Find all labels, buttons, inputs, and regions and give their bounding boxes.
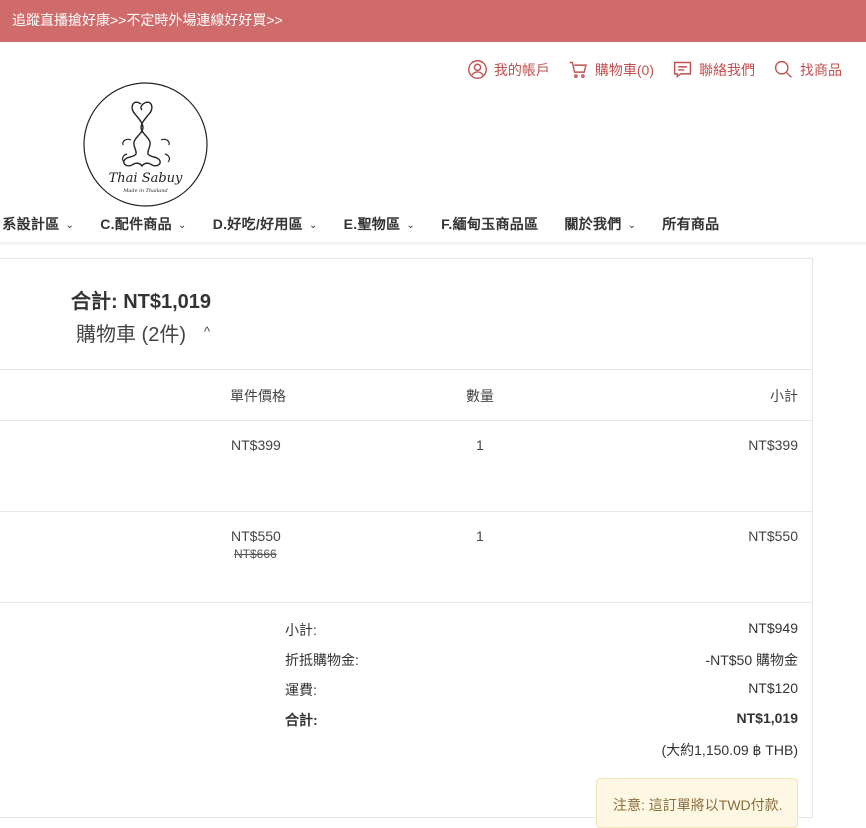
total-label: 合計: [285, 712, 318, 728]
column-header-subtotal: 小計 [770, 388, 798, 404]
row-1-subtotal: NT$399 [748, 437, 798, 453]
cart-link-label: 購物車(0) [594, 61, 654, 78]
contact-link[interactable]: 聯絡我們 [672, 59, 755, 80]
svg-text:Made in Thailand: Made in Thailand [122, 188, 167, 194]
column-header-quantity: 數量 [466, 388, 494, 404]
divider [0, 369, 813, 370]
promo-banner-text[interactable]: 追蹤直播搶好康>>不定時外場連線好好買>> [12, 12, 283, 28]
nav-item-all-products[interactable]: 所有商品 [662, 214, 719, 234]
nav-item-about[interactable]: 關於我們 ⌄ [564, 214, 636, 234]
chevron-down-icon: ⌄ [308, 219, 318, 231]
cart-items-toggle[interactable]: 購物車 (2件) ^ [76, 318, 210, 347]
currency-notice: 注意: 這訂單將以TWD付款. [596, 778, 798, 828]
shipping-value: NT$120 [748, 680, 798, 696]
column-header-unit-price: 單件價格 [230, 388, 286, 404]
divider [0, 420, 813, 421]
account-link-label: 我的帳戶 [493, 61, 550, 78]
divider [0, 602, 813, 603]
nav-item-food-goods[interactable]: D.好吃/好用區 ⌄ [213, 214, 318, 234]
chevron-down-icon: ⌄ [627, 219, 637, 231]
subtotal-label: 小計: [285, 622, 317, 638]
main-nav: 日系設計區 ⌄ C.配件商品 ⌄ D.好吃/好用區 ⌄ E.聖物區 ⌄ F.緬甸玉商品區… [0, 214, 719, 234]
search-icon [774, 60, 792, 78]
user-icon [467, 60, 487, 79]
row-2-unit-price: NT$550 [231, 528, 281, 544]
nav-item-label: D.好吃/好用區 [212, 216, 303, 232]
nav-item-japanese-design[interactable]: 日系設計區 ⌄ [0, 214, 74, 234]
order-total-heading: 合計: NT$1,019 [71, 291, 212, 313]
cart-icon [569, 61, 587, 78]
nav-item-amulets[interactable]: E.聖物區 ⌄ [344, 214, 415, 234]
thai-sabuy-logo[interactable]: Thai Sabuy Made in Thailand [83, 82, 208, 207]
account-link[interactable]: 我的帳戶 [467, 59, 550, 80]
nav-item-label: F.緬甸玉商品區 [441, 216, 539, 232]
chevron-down-icon: ⌄ [65, 219, 75, 231]
nav-item-label: 關於我們 [564, 216, 622, 232]
chevron-up-icon: ^ [204, 324, 211, 339]
row-2-original-price: NT$666 [234, 547, 277, 561]
contact-link-label: 聯絡我們 [699, 61, 755, 78]
chevron-down-icon: ⌄ [406, 219, 416, 231]
promo-banner[interactable]: 追蹤直播搶好康>>不定時外場連線好好買>> [0, 0, 866, 42]
total-thb-value: (大約1,150.09 ฿ THB) [661, 742, 798, 758]
shipping-label: 運費: [285, 682, 317, 698]
search-link-label: 找商品 [800, 61, 842, 78]
cart-items-count: 購物車 (2件) [76, 324, 186, 346]
row-2-quantity: 1 [476, 528, 484, 544]
row-2-subtotal: NT$550 [748, 528, 798, 544]
chevron-down-icon: ⌄ [178, 219, 187, 231]
row-1-quantity: 1 [476, 437, 484, 453]
credit-label: 折抵購物金: [285, 652, 359, 668]
total-value: NT$1,019 [736, 710, 798, 726]
nav-divider [0, 242, 866, 246]
subtotal-value: NT$949 [748, 620, 798, 636]
svg-text:Thai Sabuy: Thai Sabuy [109, 171, 183, 186]
nav-item-accessories[interactable]: C.配件商品 ⌄ [100, 214, 187, 234]
cart-link[interactable]: 購物車(0) [568, 59, 654, 80]
divider [0, 511, 813, 512]
nav-item-label: C.配件商品 [100, 216, 172, 232]
nav-item-label: 日系設計區 [0, 216, 60, 232]
top-links: 我的帳戶 購物車(0) 聯絡我們 找商品 [467, 59, 842, 80]
row-1-unit-price: NT$399 [231, 437, 281, 453]
chat-icon [673, 61, 692, 78]
credit-value: -NT$50 購物金 [705, 652, 798, 668]
search-link[interactable]: 找商品 [773, 59, 842, 80]
nav-item-label: 所有商品 [662, 216, 720, 232]
nav-item-label: E.聖物區 [343, 216, 401, 232]
nav-item-jade[interactable]: F.緬甸玉商品區 [441, 214, 538, 234]
